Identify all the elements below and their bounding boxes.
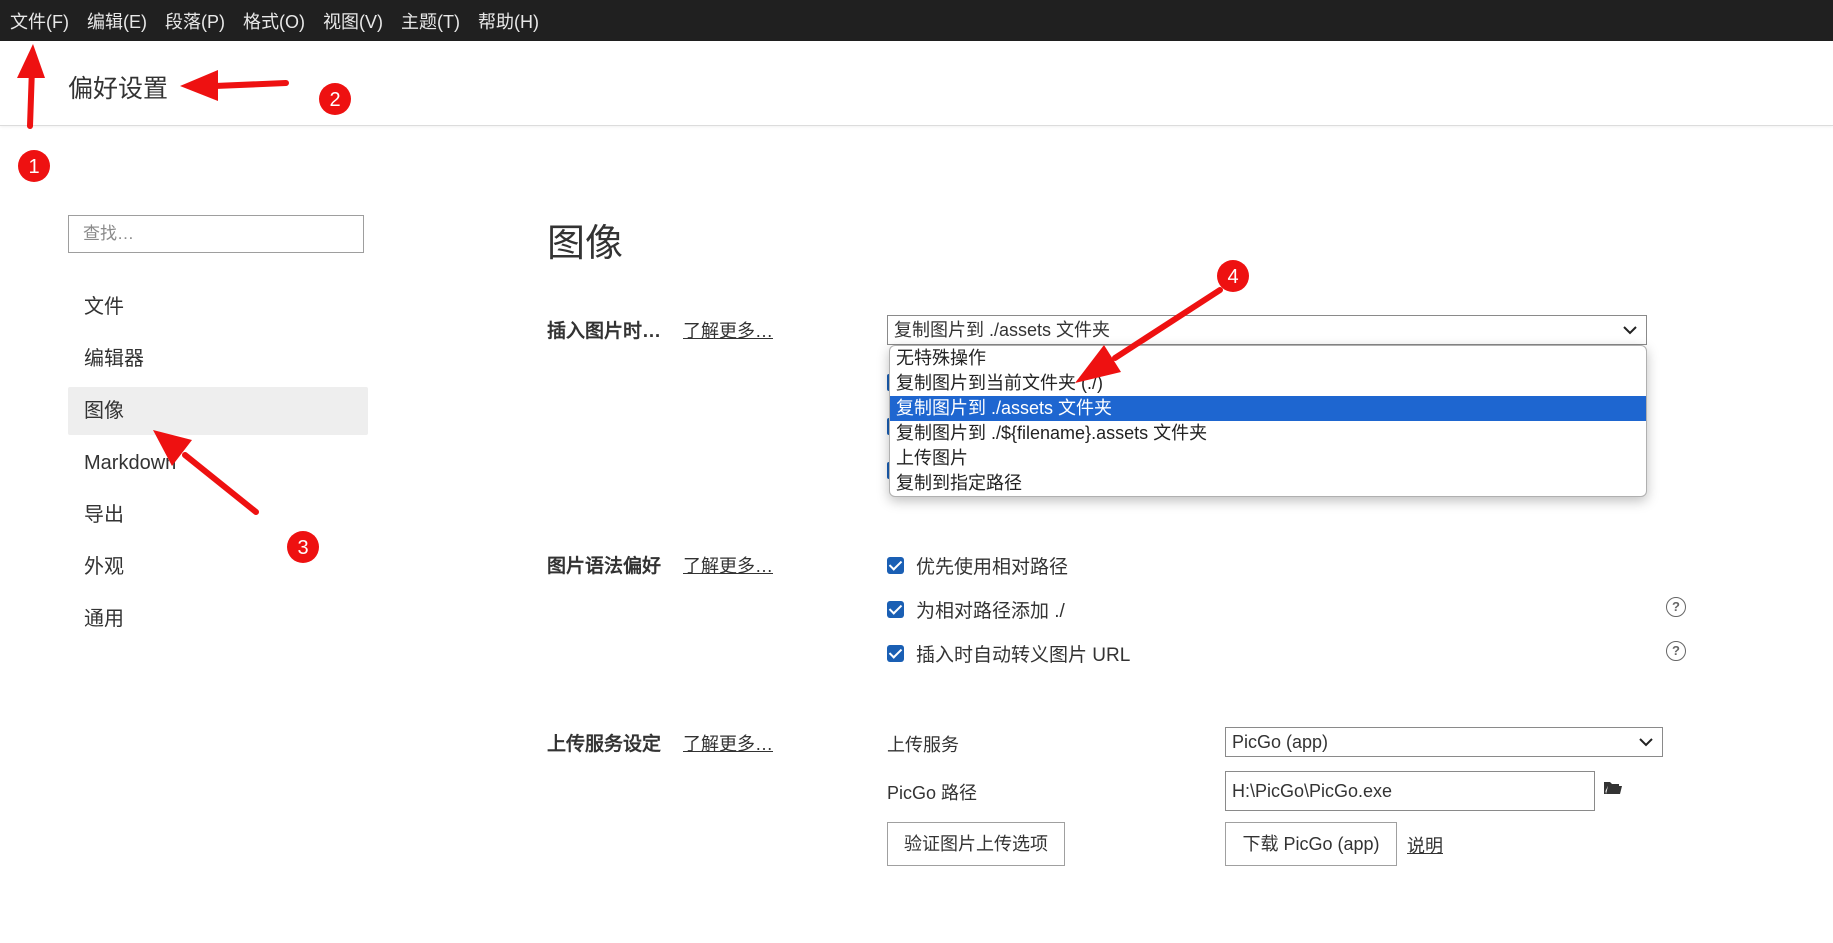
picgo-path-input[interactable]: H:\PicGo\PicGo.exe <box>1225 771 1595 811</box>
dropdown-option[interactable]: 无特殊操作 <box>890 346 1646 371</box>
page-title: 偏好设置 <box>68 75 169 103</box>
insert-image-dropdown-list: 无特殊操作 复制图片到当前文件夹 (./) 复制图片到 ./assets 文件夹… <box>889 345 1647 497</box>
sidebar-item-file[interactable]: 文件 <box>68 283 368 331</box>
checkbox-label: 插入时自动转义图片 URL <box>916 645 1131 666</box>
dropdown-option-selected[interactable]: 复制图片到 ./assets 文件夹 <box>890 396 1646 421</box>
sidebar-item-editor[interactable]: 编辑器 <box>68 335 368 383</box>
insert-image-select[interactable]: 复制图片到 ./assets 文件夹 <box>887 315 1647 345</box>
chevron-down-icon <box>1623 326 1637 335</box>
menu-file[interactable]: 文件(F) <box>0 0 78 41</box>
checkbox[interactable] <box>887 601 904 618</box>
annotation-badge-1: 1 <box>18 150 50 182</box>
sidebar-item-appearance[interactable]: 外观 <box>68 543 368 591</box>
help-icon[interactable]: ? <box>1666 641 1686 661</box>
menu-help[interactable]: 帮助(H) <box>469 0 548 41</box>
menu-theme[interactable]: 主题(T) <box>392 0 469 41</box>
checkbox-label: 优先使用相对路径 <box>916 557 1069 578</box>
search-input[interactable] <box>68 215 364 253</box>
upload-service-value: PicGo (app) <box>1232 732 1329 752</box>
menu-view[interactable]: 视图(V) <box>314 0 392 41</box>
checkbox[interactable] <box>887 645 904 662</box>
checkbox[interactable] <box>887 557 904 574</box>
explain-link[interactable]: 说明 <box>1407 832 1443 858</box>
dropdown-option[interactable]: 上传图片 <box>890 446 1646 471</box>
dropdown-option[interactable]: 复制到指定路径 <box>890 471 1646 496</box>
upload-service-label: 上传服务 <box>887 735 959 755</box>
help-icon[interactable]: ? <box>1666 597 1686 617</box>
checkbox-row[interactable]: 为相对路径添加 ./ <box>887 596 1065 623</box>
menu-paragraph[interactable]: 段落(P) <box>156 0 234 41</box>
svg-text:1: 1 <box>28 156 39 178</box>
folder-icon[interactable] <box>1603 780 1623 796</box>
menu-format[interactable]: 格式(O) <box>234 0 314 41</box>
dropdown-option[interactable]: 复制图片到当前文件夹 (./) <box>890 371 1646 396</box>
menubar: 文件(F) 编辑(E) 段落(P) 格式(O) 视图(V) 主题(T) 帮助(H… <box>0 0 1833 41</box>
download-picgo-button[interactable]: 下载 PicGo (app) <box>1225 822 1397 866</box>
checkbox-row[interactable]: 优先使用相对路径 <box>887 552 1068 579</box>
annotation-badge-4: 4 <box>1217 260 1249 292</box>
svg-text:4: 4 <box>1227 266 1238 288</box>
sidebar-nav: 文件 编辑器 图像 Markdown 导出 外观 通用 <box>68 283 368 647</box>
upload-learn-more-link[interactable]: 了解更多… <box>683 730 773 756</box>
sidebar-item-general[interactable]: 通用 <box>68 595 368 643</box>
picgo-path-label: PicGo 路径 <box>887 783 978 803</box>
image-syntax-label: 图片语法偏好 <box>547 556 662 577</box>
image-syntax-learn-more-link[interactable]: 了解更多… <box>683 552 773 578</box>
sidebar-item-image[interactable]: 图像 <box>68 387 368 435</box>
section-title: 图像 <box>547 223 624 265</box>
dropdown-option[interactable]: 复制图片到 ./${filename}.assets 文件夹 <box>890 421 1646 446</box>
sidebar-item-markdown[interactable]: Markdown <box>68 439 368 487</box>
insert-image-select-value: 复制图片到 ./assets 文件夹 <box>894 320 1111 340</box>
insert-image-label: 插入图片时… <box>547 321 662 342</box>
chevron-down-icon <box>1639 738 1653 747</box>
sidebar-item-export[interactable]: 导出 <box>68 491 368 539</box>
insert-image-learn-more-link[interactable]: 了解更多… <box>683 317 773 343</box>
preferences-header: 偏好设置 <box>0 41 1833 126</box>
checkbox-row[interactable]: 插入时自动转义图片 URL <box>887 640 1130 667</box>
checkbox-label: 为相对路径添加 ./ <box>916 601 1065 622</box>
upload-settings-label: 上传服务设定 <box>547 734 662 755</box>
upload-service-select[interactable]: PicGo (app) <box>1225 727 1663 757</box>
menu-edit[interactable]: 编辑(E) <box>78 0 156 41</box>
verify-upload-button[interactable]: 验证图片上传选项 <box>887 822 1065 866</box>
